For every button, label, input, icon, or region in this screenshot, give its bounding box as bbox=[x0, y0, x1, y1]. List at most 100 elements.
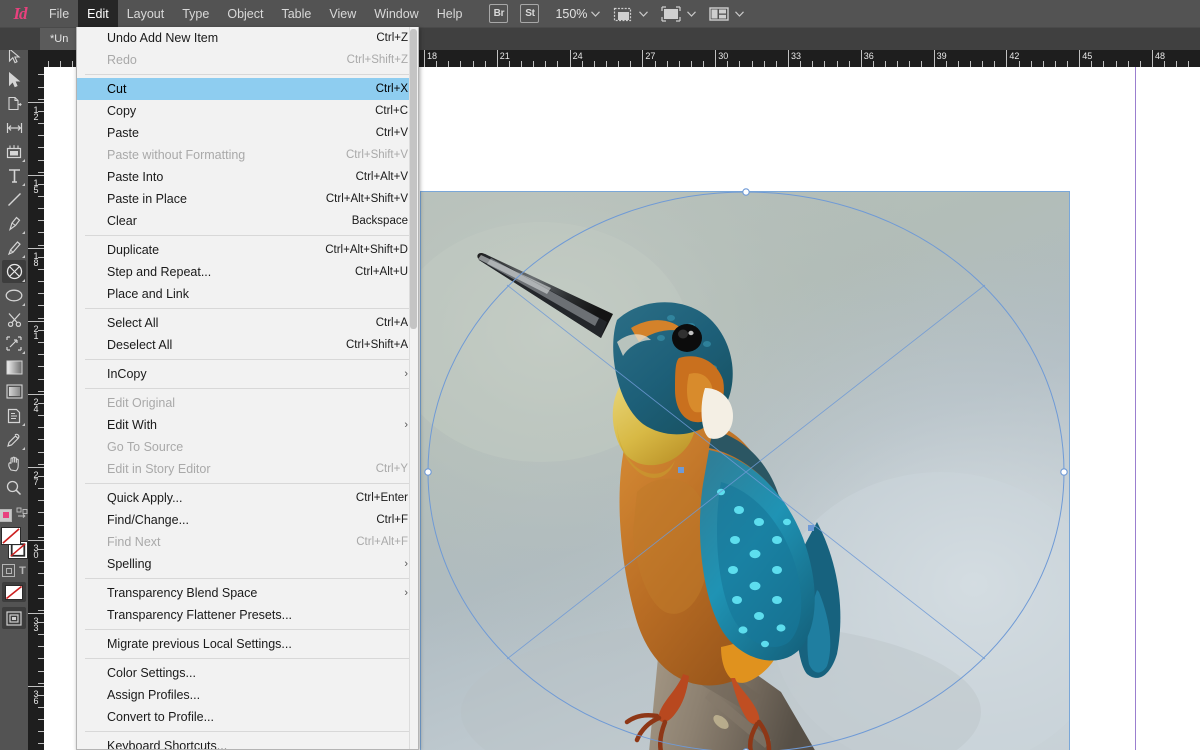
menubar-item-table[interactable]: Table bbox=[272, 0, 320, 28]
document-tab[interactable]: *Un bbox=[40, 28, 79, 50]
apply-none-swatch[interactable] bbox=[2, 582, 26, 602]
ruler-minor-tick bbox=[38, 99, 44, 100]
ruler-minor-tick bbox=[38, 269, 44, 270]
free-transform-tool[interactable] bbox=[2, 332, 26, 355]
menu-item-step-and-repeat[interactable]: Step and Repeat... Ctrl+Alt+U bbox=[77, 261, 418, 283]
menu-item-paste[interactable]: Paste Ctrl+V bbox=[77, 122, 418, 144]
eyedropper-tool[interactable] bbox=[2, 428, 26, 451]
formatting-affects-container-icon[interactable] bbox=[0, 508, 12, 522]
swap-fill-stroke-icon[interactable] bbox=[16, 506, 29, 524]
menubar-item-file[interactable]: File bbox=[40, 0, 78, 28]
menu-item-label: Find/Change... bbox=[107, 513, 189, 527]
menu-item-spelling[interactable]: Spelling › bbox=[77, 553, 418, 575]
workspace-icon[interactable] bbox=[707, 0, 731, 28]
ruler-minor-tick bbox=[958, 61, 959, 67]
menu-item-edit-in-story-editor: Edit in Story Editor Ctrl+Y bbox=[77, 458, 418, 480]
menubar-item-type[interactable]: Type bbox=[173, 0, 218, 28]
menu-item-redo: Redo Ctrl+Shift+Z bbox=[77, 49, 418, 71]
view-options-icon[interactable] bbox=[659, 0, 683, 28]
menu-item-deselect-all[interactable]: Deselect All Ctrl+Shift+A bbox=[77, 334, 418, 356]
scissors-tool[interactable] bbox=[2, 308, 26, 331]
image-frame[interactable] bbox=[420, 191, 1070, 750]
menu-item-edit-with[interactable]: Edit With › bbox=[77, 414, 418, 436]
screen-mode-chevron-down-icon[interactable] bbox=[635, 0, 651, 28]
menu-item-label: Deselect All bbox=[107, 338, 173, 352]
apply-none-box bbox=[5, 584, 23, 600]
menu-item-select-all[interactable]: Select All Ctrl+A bbox=[77, 312, 418, 334]
content-collector-tool[interactable] bbox=[2, 140, 26, 163]
ellipse-tool[interactable] bbox=[2, 284, 26, 307]
menubar-item-help[interactable]: Help bbox=[428, 0, 472, 28]
menu-item-keyboard-shortcuts[interactable]: Keyboard Shortcuts... bbox=[77, 735, 418, 750]
menu-item-paste-into[interactable]: Paste Into Ctrl+Alt+V bbox=[77, 166, 418, 188]
ruler-minor-tick bbox=[38, 585, 44, 586]
ruler-minor-tick bbox=[60, 61, 61, 67]
menubar-item-view[interactable]: View bbox=[320, 0, 365, 28]
menu-item-quick-apply[interactable]: Quick Apply... Ctrl+Enter bbox=[77, 487, 418, 509]
fill-stroke-swatches[interactable] bbox=[0, 527, 28, 561]
menu-item-copy[interactable]: Copy Ctrl+C bbox=[77, 100, 418, 122]
type-tool[interactable] bbox=[2, 164, 26, 187]
tool-flyout-indicator-icon bbox=[22, 255, 25, 258]
menu-item-place-and-link[interactable]: Place and Link bbox=[77, 283, 418, 305]
pen-tool[interactable] bbox=[2, 212, 26, 235]
ruler-minor-tick bbox=[1019, 61, 1020, 67]
menu-item-incopy[interactable]: InCopy › bbox=[77, 363, 418, 385]
menubar-item-edit[interactable]: Edit bbox=[78, 0, 118, 28]
apply-to-frame-icon[interactable] bbox=[2, 564, 16, 577]
zoom-level-value[interactable]: 150% bbox=[555, 7, 587, 21]
menu-item-convert-to-profile[interactable]: Convert to Profile... bbox=[77, 706, 418, 728]
ruler-minor-tick bbox=[38, 160, 44, 161]
menu-item-transparency-blend-space[interactable]: Transparency Blend Space › bbox=[77, 582, 418, 604]
vertical-ruler[interactable]: 12 15 18 21 24 27 30 33 36 bbox=[28, 50, 44, 750]
menu-item-assign-profiles[interactable]: Assign Profiles... bbox=[77, 684, 418, 706]
menu-item-transparency-flattener-presets[interactable]: Transparency Flattener Presets... bbox=[77, 604, 418, 626]
menu-item-duplicate[interactable]: Duplicate Ctrl+Alt+Shift+D bbox=[77, 239, 418, 261]
gradient-swatch-tool[interactable] bbox=[2, 356, 26, 379]
gap-tool[interactable] bbox=[2, 116, 26, 139]
pencil-tool[interactable] bbox=[2, 236, 26, 259]
ruler-minor-tick bbox=[38, 695, 44, 696]
screen-mode-tool[interactable] bbox=[2, 607, 26, 629]
hand-tool[interactable] bbox=[2, 452, 26, 475]
fill-swatch[interactable] bbox=[0, 527, 21, 545]
menu-separator bbox=[85, 629, 410, 630]
menubar-item-object[interactable]: Object bbox=[218, 0, 272, 28]
ruler-minor-tick bbox=[1188, 61, 1189, 67]
frame-tool[interactable] bbox=[2, 260, 26, 283]
ruler-major-tick bbox=[28, 321, 44, 322]
ruler-major-tick bbox=[28, 102, 44, 103]
apply-to-text-icon[interactable]: T bbox=[19, 565, 26, 577]
zoom-tool[interactable] bbox=[2, 476, 26, 499]
menu-item-paste-in-place[interactable]: Paste in Place Ctrl+Alt+Shift+V bbox=[77, 188, 418, 210]
stock-button[interactable]: St bbox=[520, 4, 540, 23]
menubar-item-layout[interactable]: Layout bbox=[118, 0, 174, 28]
bridge-button[interactable]: Br bbox=[489, 4, 509, 23]
screen-mode-icon[interactable] bbox=[611, 0, 635, 28]
menu-item-label: InCopy bbox=[107, 367, 147, 381]
workspace-chevron-down-icon[interactable] bbox=[731, 0, 747, 28]
menu-item-undo-add-new-item[interactable]: Undo Add New Item Ctrl+Z bbox=[77, 27, 418, 49]
menu-item-color-settings[interactable]: Color Settings... bbox=[77, 662, 418, 684]
menu-item-clear[interactable]: Clear Backspace bbox=[77, 210, 418, 232]
menu-scrollbar-thumb[interactable] bbox=[410, 29, 417, 329]
menu-item-find-change[interactable]: Find/Change... Ctrl+F bbox=[77, 509, 418, 531]
menu-item-label: Keyboard Shortcuts... bbox=[107, 739, 228, 750]
view-options-chevron-down-icon[interactable] bbox=[683, 0, 699, 28]
ruler-minor-tick bbox=[582, 61, 583, 67]
menubar-item-window[interactable]: Window bbox=[365, 0, 427, 28]
ruler-minor-tick bbox=[424, 61, 425, 67]
menu-scrollbar[interactable] bbox=[409, 27, 418, 749]
vertical-guide[interactable] bbox=[1135, 67, 1136, 750]
direct-selection-tool[interactable] bbox=[2, 68, 26, 91]
ruler-minor-tick bbox=[1079, 61, 1080, 67]
menu-item-migrate-previous-local-settings[interactable]: Migrate previous Local Settings... bbox=[77, 633, 418, 655]
zoom-chevron-down-icon[interactable] bbox=[587, 0, 603, 28]
menu-item-cut[interactable]: Cut Ctrl+X bbox=[77, 78, 418, 100]
note-tool[interactable] bbox=[2, 404, 26, 427]
page-tool[interactable] bbox=[2, 92, 26, 115]
line-tool[interactable] bbox=[2, 188, 26, 211]
ruler-origin-corner[interactable] bbox=[28, 50, 44, 67]
edit-menu-dropdown[interactable]: Undo Add New Item Ctrl+Z Redo Ctrl+Shift+Z C… bbox=[76, 27, 419, 750]
gradient-feather-tool[interactable] bbox=[2, 380, 26, 403]
